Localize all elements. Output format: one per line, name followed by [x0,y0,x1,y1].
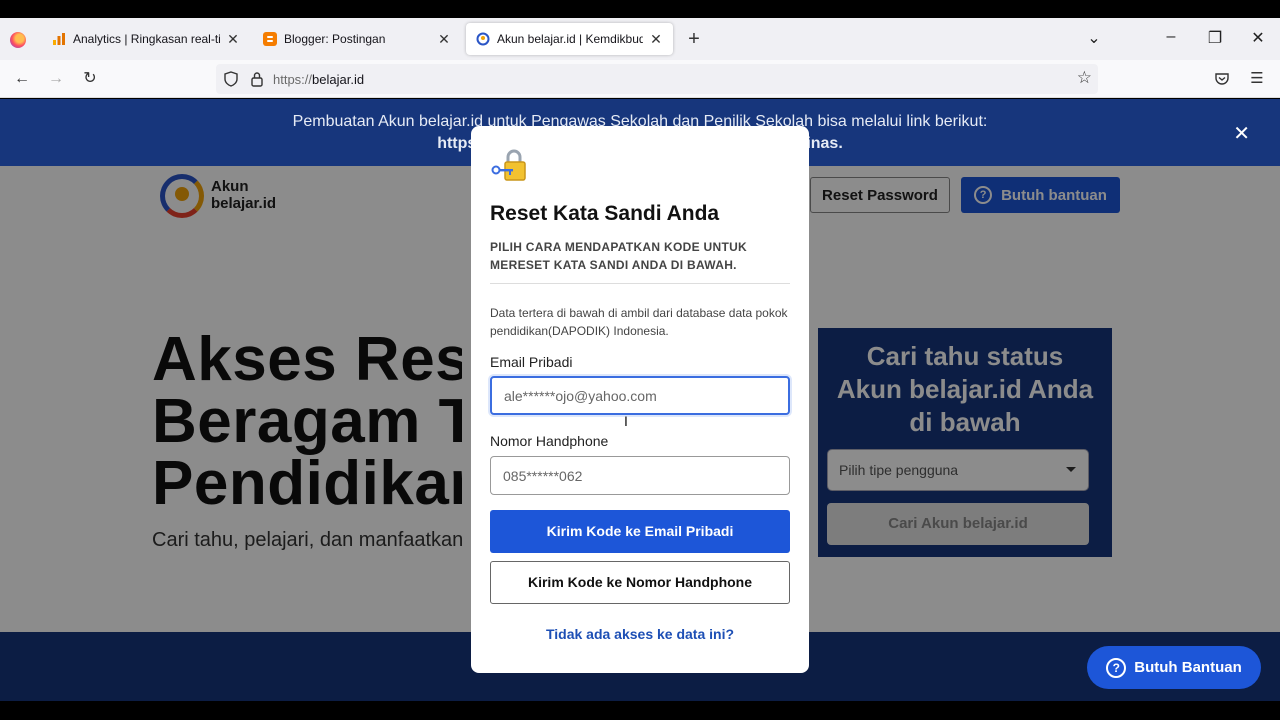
nav-toolbar: ← → ↻ https://belajar.id ☆ ☰ [0,60,1280,98]
url-protocol: https:// [273,72,313,87]
email-label: Email Pribadi [490,354,573,370]
modal-subtitle: PILIH CARA MENDAPATKAN KODE UNTUK MERESE… [490,240,748,272]
send-phone-code-button[interactable]: Kirim Kode ke Nomor Handphone [490,561,790,604]
tab-title: Analytics | Ringkasan real-time [73,32,220,46]
new-tab-button[interactable]: + [684,29,704,49]
tab-analytics[interactable]: Analytics | Ringkasan real-time ✕ [42,23,250,55]
phone-label: Nomor Handphone [490,433,609,449]
padlock-key-icon [491,149,526,181]
modal-divider [490,283,790,284]
restore-icon[interactable]: ❐ [1204,28,1226,48]
url-text[interactable]: https://belajar.id [273,72,364,87]
text-cursor-icon: I [624,413,628,429]
floating-help-button[interactable]: ? Butuh Bantuan [1087,646,1261,689]
close-banner-icon[interactable]: ✕ [1233,121,1250,146]
close-tab-icon[interactable]: ✕ [437,31,451,48]
lock-icon[interactable] [250,71,264,87]
minimize-icon[interactable]: – [1160,28,1182,46]
tab-title: Blogger: Postingan [284,32,386,46]
pocket-icon[interactable] [1214,71,1230,87]
web-page: Pembuatan Akun belajar.id untuk Pengawas… [0,99,1280,701]
close-window-icon[interactable]: ✕ [1247,28,1269,48]
address-bar[interactable]: https://belajar.id ☆ [216,64,1098,94]
question-icon: ? [1106,657,1127,678]
email-field[interactable] [490,376,790,415]
banner-link-end: inas. [806,135,843,152]
phone-field[interactable] [490,456,790,495]
tab-blogger[interactable]: Blogger: Postingan ✕ [253,23,461,55]
modal-note: Data tertera di bawah di ambil dari data… [490,306,788,338]
tab-list-chevron-icon[interactable]: ⌄ [1083,28,1105,48]
close-tab-icon[interactable]: ✕ [226,31,240,48]
close-tab-icon[interactable]: ✕ [649,31,663,48]
tab-title: Akun belajar.id | Kemdikbudristek [497,32,643,46]
floating-help-label: Butuh Bantuan [1134,659,1242,676]
screen: Analytics | Ringkasan real-time ✕ Blogge… [0,0,1280,720]
firefox-icon[interactable] [10,32,26,48]
modal-title: Reset Kata Sandi Anda [490,202,720,225]
menu-icon[interactable]: ☰ [1247,69,1267,87]
tab-strip: Analytics | Ringkasan real-time ✕ Blogge… [0,18,1280,60]
reset-password-modal: Reset Kata Sandi Anda PILIH CARA MENDAPA… [471,126,809,673]
shield-icon[interactable] [224,71,238,87]
url-host: belajar.id [312,72,365,87]
blogger-icon [263,32,277,46]
back-icon[interactable]: ← [12,69,32,89]
forward-icon[interactable]: → [46,69,66,89]
no-access-link[interactable]: Tidak ada akses ke data ini? [471,626,809,642]
reload-icon[interactable]: ↻ [80,69,100,89]
tab-belajar[interactable]: Akun belajar.id | Kemdikbudristek ✕ [466,23,673,55]
belajar-logo-icon [476,32,490,46]
send-email-code-button[interactable]: Kirim Kode ke Email Pribadi [490,510,790,553]
bookmark-star-icon[interactable]: ☆ [1077,68,1092,88]
analytics-icon [53,33,65,45]
